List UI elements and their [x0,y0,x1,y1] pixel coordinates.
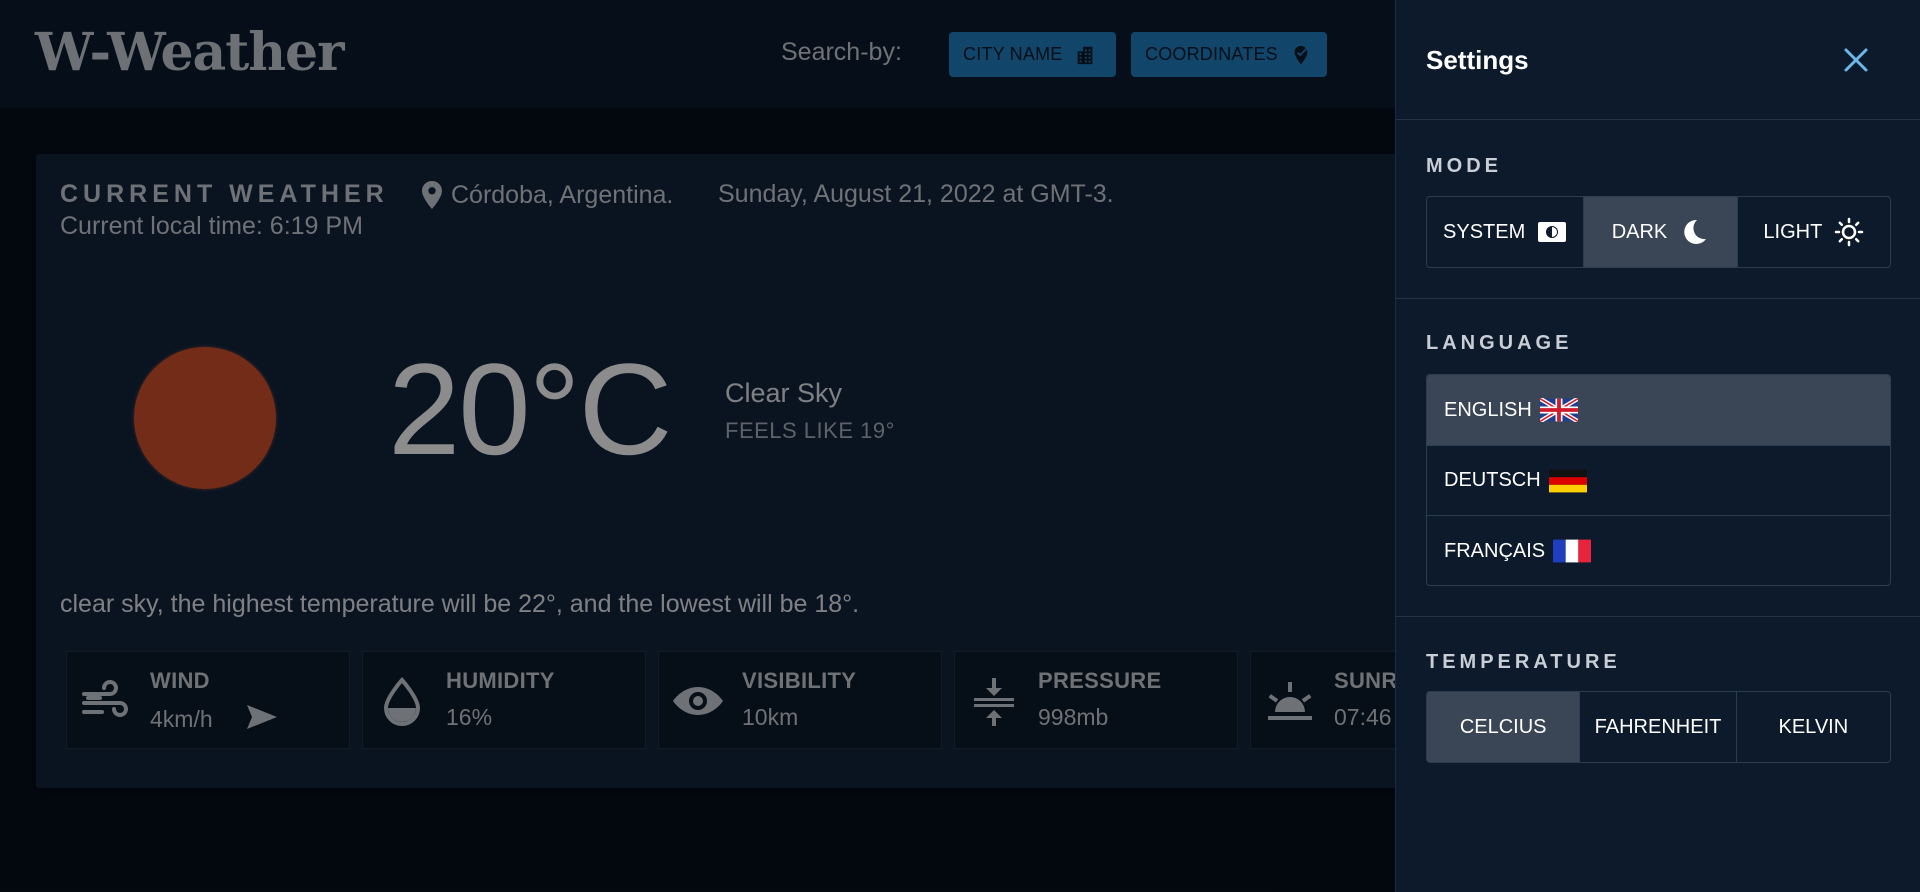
mode-system-button[interactable]: SYSTEM [1427,197,1585,267]
mode-light-label: LIGHT [1763,220,1823,243]
language-label: ENGLISH [1444,398,1532,421]
settings-drawer: Settings MODE SYSTEM DARK LIGHT LANGUAGE… [1395,0,1920,892]
temperature-unit-group: CELCIUS FAHRENHEIT KELVIN [1426,691,1891,763]
unit-kelvin-button[interactable]: KELVIN [1737,692,1890,762]
mode-dark-label: DARK [1611,220,1668,243]
mode-section-title: MODE [1426,155,1502,177]
uk-flag-icon [1539,398,1578,422]
divider [1396,298,1920,299]
divider [1396,616,1920,617]
mode-dark-button[interactable]: DARK [1584,197,1738,267]
system-mode-icon [1538,222,1567,242]
france-flag-icon [1553,539,1592,563]
sun-icon [1835,217,1864,247]
language-label: DEUTSCH [1444,469,1541,491]
language-label: FRANÇAIS [1444,539,1546,562]
settings-title: Settings [1426,45,1529,75]
language-option-francais[interactable]: FRANÇAIS [1427,516,1890,585]
mode-toggle-group: SYSTEM DARK LIGHT [1426,196,1891,268]
close-icon[interactable] [1840,44,1872,76]
language-section-title: LANGUAGE [1426,332,1573,354]
unit-kelvin-label: KELVIN [1778,715,1849,738]
unit-celcius-label: CELCIUS [1459,715,1547,738]
mode-system-label: SYSTEM [1443,220,1526,243]
language-option-english[interactable]: ENGLISH [1427,375,1890,446]
temperature-section-title: TEMPERATURE [1426,651,1621,673]
mode-light-button[interactable]: LIGHT [1738,197,1890,267]
unit-fahrenheit-button[interactable]: FAHRENHEIT [1580,692,1737,762]
language-list: ENGLISH DEUTSCH FRANÇAIS [1426,374,1891,586]
settings-header: Settings [1396,0,1920,120]
language-option-deutsch[interactable]: DEUTSCH [1427,446,1890,516]
unit-celcius-button[interactable]: CELCIUS [1427,692,1581,762]
unit-fahrenheit-label: FAHRENHEIT [1594,715,1722,738]
germany-flag-icon [1548,469,1587,492]
moon-icon [1684,219,1707,244]
modal-backdrop[interactable] [0,0,1395,892]
